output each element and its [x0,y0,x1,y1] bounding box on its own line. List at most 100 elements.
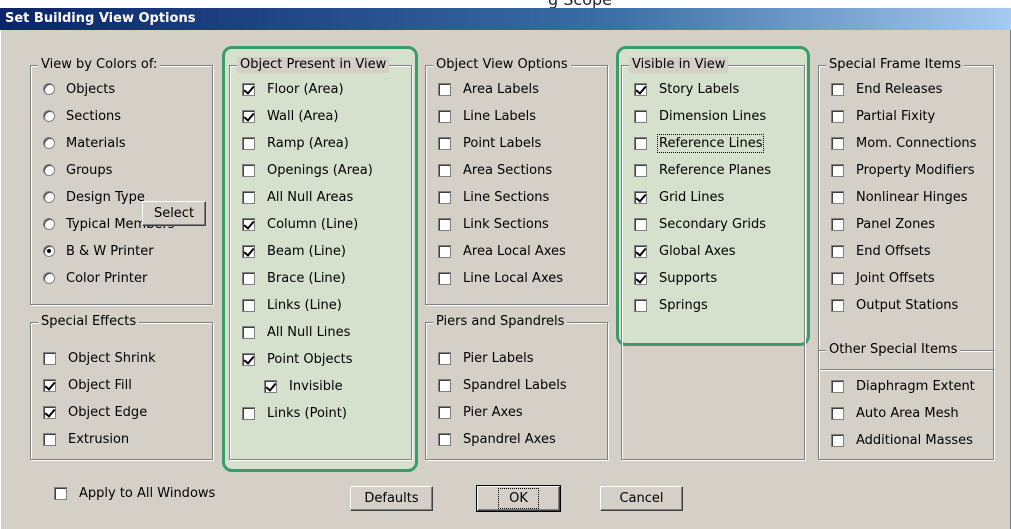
radio-objects[interactable]: Objects [43,80,115,98]
checkbox-icon[interactable] [242,136,255,150]
checkbox-icon[interactable] [831,298,844,312]
checkbox-icon[interactable] [438,82,451,96]
checkbox-end-offsets[interactable]: End Offsets [831,242,931,260]
checkbox-spandrel-axes[interactable]: Spandrel Axes [438,430,556,448]
checkbox-icon[interactable] [438,190,451,204]
checkbox-point-labels[interactable]: Point Labels [438,134,541,152]
checkbox-end-releases[interactable]: End Releases [831,80,942,98]
checkbox-icon[interactable] [438,217,451,231]
checkbox-area-local-axes[interactable]: Area Local Axes [438,242,566,260]
radio-button-icon[interactable] [43,110,55,122]
checkbox-panel-zones[interactable]: Panel Zones [831,215,935,233]
radio-button-icon[interactable] [43,164,55,176]
ok-button[interactable]: OK [476,485,561,512]
checkbox-beam-line[interactable]: Beam (Line) [242,242,346,260]
radio-button-icon[interactable] [43,83,55,95]
radio-color-printer[interactable]: Color Printer [43,269,147,287]
dialog-title-bar[interactable]: Set Building View Options [0,8,1011,30]
checkbox-icon[interactable] [831,163,844,177]
checkbox-icon[interactable] [438,136,451,150]
checkbox-icon[interactable] [831,82,844,96]
checkbox-object-edge[interactable]: Object Edge [43,403,147,421]
checkbox-icon[interactable] [242,190,255,204]
checkbox-dimension-lines[interactable]: Dimension Lines [634,107,766,125]
checkbox-icon[interactable] [242,298,255,312]
checkbox-extrusion[interactable]: Extrusion [43,430,129,448]
checkbox-additional-masses[interactable]: Additional Masses [831,431,973,449]
apply-to-all-windows-checkbox[interactable]: Apply to All Windows [54,484,215,502]
checkbox-icon[interactable] [634,109,647,123]
checkbox-icon[interactable] [831,217,844,231]
checkbox-icon[interactable] [242,109,255,123]
checkbox-icon[interactable] [242,325,255,339]
checkbox-icon[interactable] [242,217,255,231]
checkbox-icon[interactable] [43,432,56,446]
checkbox-icon[interactable] [438,109,451,123]
checkbox-ramp-area[interactable]: Ramp (Area) [242,134,349,152]
radio-b-w-printer[interactable]: B & W Printer [43,242,154,260]
cancel-button[interactable]: Cancel [600,486,683,511]
checkbox-joint-offsets[interactable]: Joint Offsets [831,269,935,287]
checkbox-area-labels[interactable]: Area Labels [438,80,539,98]
checkbox-icon[interactable] [438,271,451,285]
checkbox-icon[interactable] [634,298,647,312]
checkbox-wall-area[interactable]: Wall (Area) [242,107,338,125]
checkbox-supports[interactable]: Supports [634,269,717,287]
checkbox-icon[interactable] [634,217,647,231]
checkbox-icon[interactable] [43,405,56,419]
checkbox-point-objects[interactable]: Point Objects [242,350,353,368]
checkbox-icon[interactable] [634,271,647,285]
checkbox-icon[interactable] [438,432,451,446]
checkbox-column-line[interactable]: Column (Line) [242,215,358,233]
checkbox-pier-labels[interactable]: Pier Labels [438,349,533,367]
checkbox-icon[interactable] [634,163,647,177]
checkbox-icon[interactable] [831,379,844,393]
radio-sections[interactable]: Sections [43,107,121,125]
apply-to-all-windows-box[interactable] [54,486,67,500]
select-button[interactable]: Select [142,201,206,226]
checkbox-icon[interactable] [242,163,255,177]
checkbox-diaphragm-extent[interactable]: Diaphragm Extent [831,377,975,395]
defaults-button[interactable]: Defaults [350,486,433,511]
checkbox-property-modifiers[interactable]: Property Modifiers [831,161,974,179]
radio-groups[interactable]: Groups [43,161,112,179]
checkbox-output-stations[interactable]: Output Stations [831,296,958,314]
checkbox-openings-area[interactable]: Openings (Area) [242,161,373,179]
checkbox-global-axes[interactable]: Global Axes [634,242,736,260]
checkbox-line-sections[interactable]: Line Sections [438,188,549,206]
checkbox-icon[interactable] [634,244,647,258]
checkbox-icon[interactable] [634,136,647,150]
checkbox-icon[interactable] [43,351,56,365]
checkbox-object-fill[interactable]: Object Fill [43,376,132,394]
checkbox-springs[interactable]: Springs [634,296,708,314]
radio-button-icon[interactable] [43,245,55,257]
checkbox-icon[interactable] [438,163,451,177]
checkbox-all-null-areas[interactable]: All Null Areas [242,188,353,206]
radio-button-icon[interactable] [43,137,55,149]
checkbox-icon[interactable] [438,405,451,419]
checkbox-auto-area-mesh[interactable]: Auto Area Mesh [831,404,959,422]
checkbox-area-sections[interactable]: Area Sections [438,161,552,179]
checkbox-icon[interactable] [43,378,56,392]
checkbox-link-sections[interactable]: Link Sections [438,215,549,233]
checkbox-icon[interactable] [242,406,255,420]
checkbox-floor-area[interactable]: Floor (Area) [242,80,344,98]
checkbox-reference-lines[interactable]: Reference Lines [634,133,765,153]
checkbox-links-point[interactable]: Links (Point) [242,404,347,422]
checkbox-icon[interactable] [831,244,844,258]
radio-design-type[interactable]: Design Type [43,188,145,206]
checkbox-object-shrink[interactable]: Object Shrink [43,349,156,367]
checkbox-nonlinear-hinges[interactable]: Nonlinear Hinges [831,188,967,206]
checkbox-mom-connections[interactable]: Mom. Connections [831,134,976,152]
checkbox-icon[interactable] [831,271,844,285]
checkbox-all-null-lines[interactable]: All Null Lines [242,323,350,341]
checkbox-icon[interactable] [242,244,255,258]
checkbox-icon[interactable] [438,244,451,258]
checkbox-icon[interactable] [242,82,255,96]
checkbox-line-labels[interactable]: Line Labels [438,107,536,125]
checkbox-pier-axes[interactable]: Pier Axes [438,403,523,421]
checkbox-icon[interactable] [438,378,451,392]
radio-button-icon[interactable] [43,272,55,284]
checkbox-line-local-axes[interactable]: Line Local Axes [438,269,563,287]
radio-button-icon[interactable] [43,191,55,203]
